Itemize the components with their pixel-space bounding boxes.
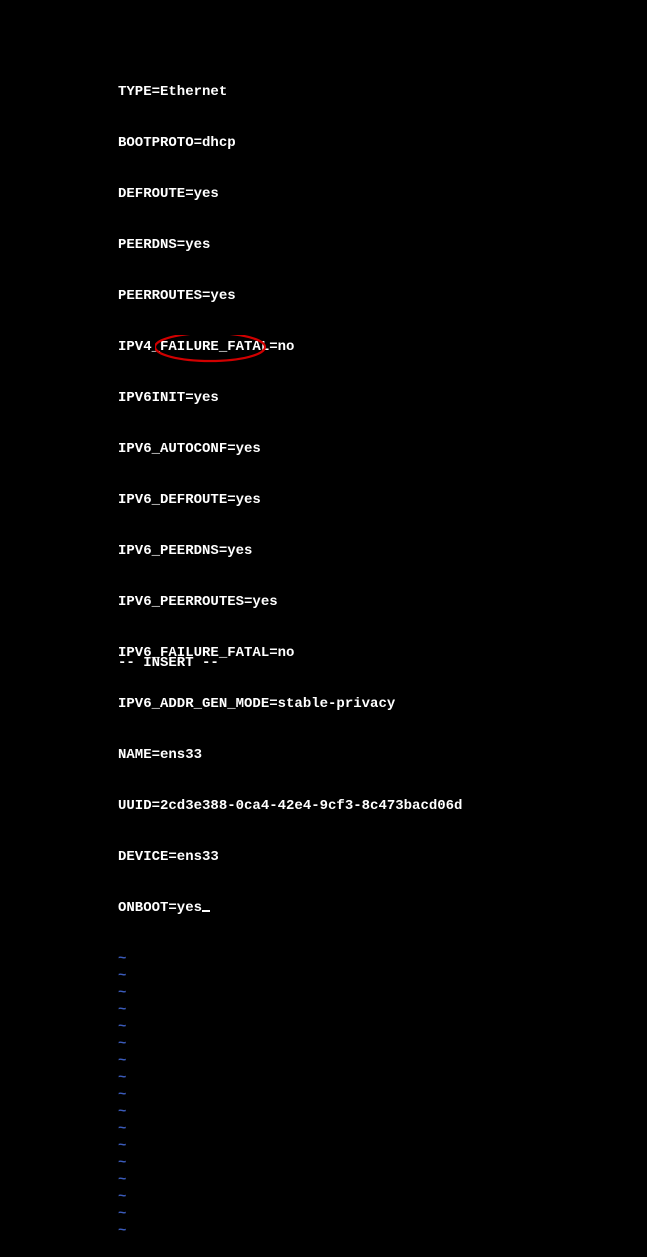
empty-lines-region: ~~~~~~~~~~~~~~~~~ bbox=[118, 951, 462, 1240]
config-line: IPV6INIT=yes bbox=[118, 390, 462, 407]
empty-line-tilde: ~ bbox=[118, 1172, 462, 1189]
config-line: PEERROUTES=yes bbox=[118, 288, 462, 305]
config-line: IPV4_FAILURE_FATAL=no bbox=[118, 339, 462, 356]
config-line: IPV6_DEFROUTE=yes bbox=[118, 492, 462, 509]
config-line: DEFROUTE=yes bbox=[118, 186, 462, 203]
empty-line-tilde: ~ bbox=[118, 985, 462, 1002]
empty-line-tilde: ~ bbox=[118, 1138, 462, 1155]
config-line: IPV6_AUTOCONF=yes bbox=[118, 441, 462, 458]
empty-line-tilde: ~ bbox=[118, 1002, 462, 1019]
empty-line-tilde: ~ bbox=[118, 968, 462, 985]
config-line: IPV6_PEERROUTES=yes bbox=[118, 594, 462, 611]
config-line: ONBOOT=yes bbox=[118, 900, 202, 916]
config-line: NAME=ens33 bbox=[118, 747, 462, 764]
empty-line-tilde: ~ bbox=[118, 951, 462, 968]
config-line: DEVICE=ens33 bbox=[118, 849, 462, 866]
empty-line-tilde: ~ bbox=[118, 1087, 462, 1104]
vim-mode-status: -- INSERT -- bbox=[118, 655, 219, 671]
empty-line-tilde: ~ bbox=[118, 1121, 462, 1138]
empty-line-tilde: ~ bbox=[118, 1036, 462, 1053]
config-line: UUID=2cd3e388-0ca4-42e4-9cf3-8c473bacd06… bbox=[118, 798, 462, 815]
config-line: PEERDNS=yes bbox=[118, 237, 462, 254]
empty-line-tilde: ~ bbox=[118, 1223, 462, 1240]
config-line-cursor: ONBOOT=yes bbox=[118, 900, 462, 917]
config-line: TYPE=Ethernet bbox=[118, 84, 462, 101]
empty-line-tilde: ~ bbox=[118, 1019, 462, 1036]
empty-line-tilde: ~ bbox=[118, 1206, 462, 1223]
text-cursor bbox=[202, 910, 210, 912]
empty-line-tilde: ~ bbox=[118, 1155, 462, 1172]
empty-line-tilde: ~ bbox=[118, 1104, 462, 1121]
config-line: IPV6_ADDR_GEN_MODE=stable-privacy bbox=[118, 696, 462, 713]
empty-line-tilde: ~ bbox=[118, 1189, 462, 1206]
config-line: IPV6_PEERDNS=yes bbox=[118, 543, 462, 560]
empty-line-tilde: ~ bbox=[118, 1053, 462, 1070]
config-line: BOOTPROTO=dhcp bbox=[118, 135, 462, 152]
editor-viewport[interactable]: TYPE=Ethernet BOOTPROTO=dhcp DEFROUTE=ye… bbox=[118, 50, 462, 1257]
empty-line-tilde: ~ bbox=[118, 1070, 462, 1087]
